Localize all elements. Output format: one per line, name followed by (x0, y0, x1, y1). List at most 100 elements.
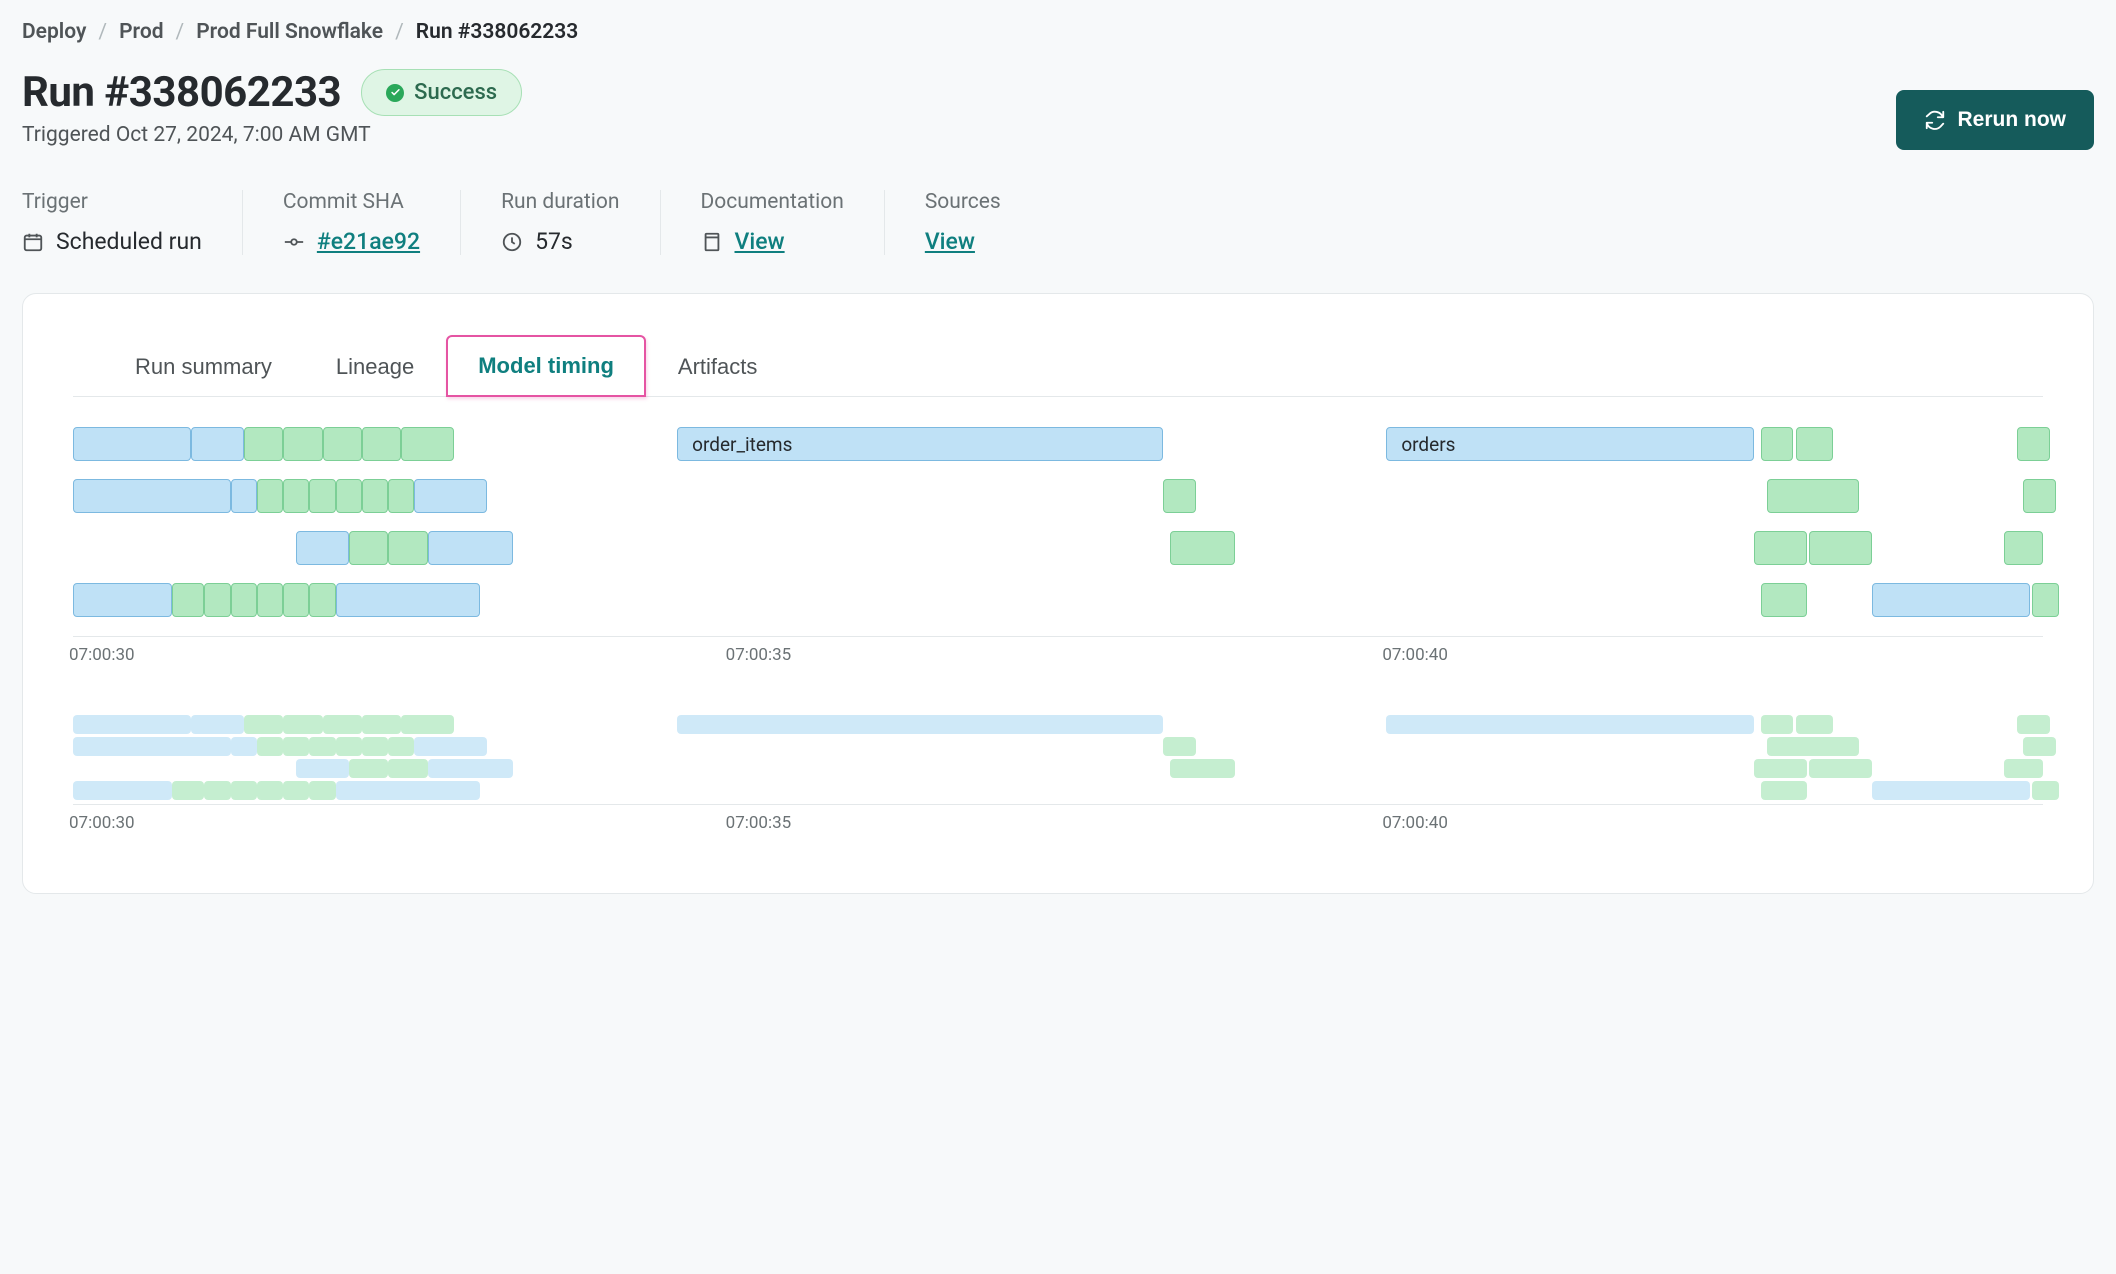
gantt-bar-model[interactable] (428, 759, 513, 778)
gantt-bar-test[interactable] (336, 737, 362, 756)
gantt-bar-model[interactable] (428, 531, 513, 565)
gantt-bar-orders[interactable] (1386, 715, 1754, 734)
sources-view-link[interactable]: View (925, 228, 975, 255)
gantt-bar-test[interactable] (2023, 479, 2056, 513)
gantt-bar-test[interactable] (257, 781, 283, 800)
gantt-bar-model[interactable] (191, 427, 244, 461)
gantt-bar-test[interactable] (2017, 427, 2050, 461)
gantt-bar-test[interactable] (172, 583, 205, 617)
gantt-overview[interactable] (73, 715, 2043, 805)
gantt-bar-model[interactable] (73, 479, 231, 513)
gantt-bar-model[interactable] (296, 531, 349, 565)
gantt-bar-order_items[interactable] (677, 715, 1163, 734)
gantt-bar-test[interactable] (362, 479, 388, 513)
gantt-bar-test[interactable] (1754, 531, 1807, 565)
gantt-bar-model[interactable] (73, 583, 172, 617)
gantt-bar-test[interactable] (388, 759, 427, 778)
gantt-bar-test[interactable] (2032, 781, 2058, 800)
gantt-bar-test[interactable] (204, 583, 230, 617)
gantt-bar-model[interactable] (296, 759, 349, 778)
gantt-bar-model[interactable] (73, 715, 191, 734)
gantt-bar-test[interactable] (283, 479, 309, 513)
gantt-bar-test[interactable] (172, 781, 205, 800)
gantt-bar-test[interactable] (283, 583, 309, 617)
gantt-main[interactable]: order_items orders (73, 427, 2043, 637)
gantt-bar-test[interactable] (1796, 427, 1833, 461)
gantt-bar-test[interactable] (349, 759, 388, 778)
gantt-bar-test[interactable] (323, 427, 362, 461)
gantt-bar-model[interactable] (336, 781, 480, 800)
gantt-bar-model[interactable] (231, 479, 257, 513)
gantt-bar-test[interactable] (257, 479, 283, 513)
gantt-bar-test[interactable] (1170, 759, 1236, 778)
gantt-bar-test[interactable] (309, 479, 335, 513)
gantt-bar-test[interactable] (283, 737, 309, 756)
gantt-bar-test[interactable] (401, 427, 454, 461)
gantt-bar-test[interactable] (2023, 737, 2056, 756)
gantt-bar-test[interactable] (283, 427, 322, 461)
gantt-bar-test[interactable] (1761, 583, 1807, 617)
gantt-bar-test[interactable] (388, 737, 414, 756)
gantt-bar-test[interactable] (2017, 715, 2050, 734)
gantt-bar-test[interactable] (204, 781, 230, 800)
rerun-now-button[interactable]: Rerun now (1896, 90, 2095, 150)
gantt-bar-test[interactable] (231, 583, 257, 617)
gantt-bar-test[interactable] (257, 583, 283, 617)
gantt-bar-model[interactable] (414, 479, 486, 513)
gantt-bar-test[interactable] (349, 531, 388, 565)
gantt-bar-model[interactable] (73, 781, 172, 800)
gantt-bar-test[interactable] (1761, 781, 1807, 800)
gantt-bar-test[interactable] (1761, 427, 1794, 461)
gantt-bar-test[interactable] (2032, 583, 2058, 617)
gantt-bar-test[interactable] (1767, 737, 1859, 756)
gantt-bar-test[interactable] (388, 531, 427, 565)
tab-run-summary[interactable]: Run summary (103, 335, 304, 397)
gantt-bar-test[interactable] (1767, 479, 1859, 513)
gantt-bar-test[interactable] (323, 715, 362, 734)
gantt-bar-test[interactable] (309, 737, 335, 756)
commit-sha-link[interactable]: #e21ae92 (317, 228, 420, 255)
gantt-bar-model[interactable] (191, 715, 244, 734)
gantt-bar-test[interactable] (1754, 759, 1807, 778)
gantt-bar-test[interactable] (1809, 759, 1872, 778)
gantt-bar-orders[interactable]: orders (1386, 427, 1754, 461)
docs-view-link[interactable]: View (735, 228, 785, 255)
gantt-bar-test[interactable] (283, 781, 309, 800)
gantt-bar-test[interactable] (362, 737, 388, 756)
gantt-bar-test[interactable] (362, 715, 401, 734)
gantt-bar-model[interactable] (231, 737, 257, 756)
gantt-bar-test[interactable] (283, 715, 322, 734)
gantt-bar-test[interactable] (362, 427, 401, 461)
tab-lineage[interactable]: Lineage (304, 335, 446, 397)
gantt-bar-model[interactable] (1872, 583, 2030, 617)
breadcrumb-item-deploy[interactable]: Deploy (22, 20, 86, 44)
gantt-bar-test[interactable] (1163, 479, 1196, 513)
gantt-bar-model[interactable] (73, 427, 191, 461)
gantt-bar-model[interactable] (1872, 781, 2030, 800)
gantt-bar-test[interactable] (1809, 531, 1872, 565)
gantt-bar-test[interactable] (2004, 531, 2043, 565)
gantt-bar-test[interactable] (401, 715, 454, 734)
breadcrumb-item-prod[interactable]: Prod (119, 20, 163, 44)
gantt-bar-test[interactable] (388, 479, 414, 513)
tab-model-timing[interactable]: Model timing (446, 335, 646, 397)
gantt-bar-test[interactable] (257, 737, 283, 756)
gantt-bar-test[interactable] (244, 715, 283, 734)
gantt-bar-test[interactable] (309, 781, 335, 800)
gantt-bar-test[interactable] (1796, 715, 1833, 734)
gantt-bar-test[interactable] (1163, 737, 1196, 756)
gantt-bar-model[interactable] (336, 583, 480, 617)
gantt-bar-test[interactable] (336, 479, 362, 513)
gantt-bar-test[interactable] (231, 781, 257, 800)
gantt-bar-test[interactable] (309, 583, 335, 617)
gantt-bar-order_items[interactable]: order_items (677, 427, 1163, 461)
tab-artifacts[interactable]: Artifacts (646, 335, 789, 397)
gantt-bar-model[interactable] (414, 737, 486, 756)
gantt-bar-test[interactable] (244, 427, 283, 461)
gantt-bar-test[interactable] (1761, 715, 1794, 734)
gantt-bar-test[interactable] (1170, 531, 1236, 565)
gantt-bar-model[interactable] (73, 737, 231, 756)
breadcrumb-item-job[interactable]: Prod Full Snowflake (196, 20, 383, 44)
info-duration-value: 57s (535, 228, 573, 255)
gantt-bar-test[interactable] (2004, 759, 2043, 778)
